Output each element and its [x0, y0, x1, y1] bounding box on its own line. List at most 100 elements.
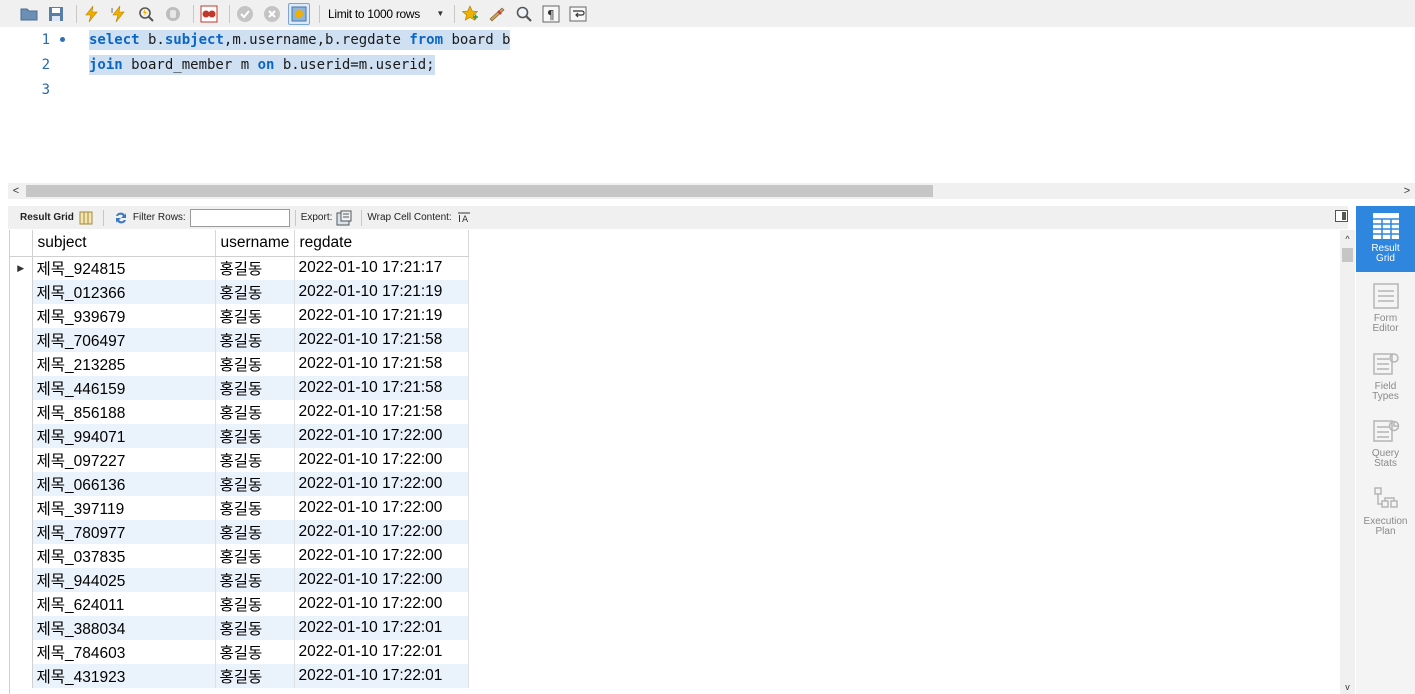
- table-row[interactable]: 제목_012366 홍길동 2022-01-10 17:21:19: [10, 280, 469, 304]
- row-marker[interactable]: [10, 544, 33, 568]
- cell-subject[interactable]: 제목_624011: [32, 592, 216, 616]
- code-line-1[interactable]: select b.subject,m.username,b.regdate fr…: [89, 29, 511, 50]
- open-folder-icon[interactable]: [18, 3, 40, 25]
- row-marker[interactable]: [10, 328, 33, 352]
- cell-regdate[interactable]: 2022-01-10 17:22:00: [294, 448, 469, 472]
- table-row[interactable]: 제목_856188 홍길동 2022-01-10 17:21:58: [10, 400, 469, 424]
- cell-username[interactable]: 홍길동: [215, 496, 295, 520]
- cell-subject[interactable]: 제목_994071: [32, 424, 216, 448]
- cell-regdate[interactable]: 2022-01-10 17:21:58: [294, 352, 469, 376]
- scrollbar-thumb[interactable]: [1342, 248, 1353, 262]
- row-marker[interactable]: [10, 664, 33, 688]
- side-execution-plan-button[interactable]: Execution Plan: [1356, 479, 1415, 545]
- table-row[interactable]: 제목_388034 홍길동 2022-01-10 17:22:01: [10, 616, 469, 640]
- limit-rows-select[interactable]: Limit to 1000 rows ▼: [324, 4, 450, 24]
- toggle-error-icon[interactable]: [198, 3, 220, 25]
- cell-subject[interactable]: 제목_780977: [32, 520, 216, 544]
- cell-subject[interactable]: 제목_446159: [32, 376, 216, 400]
- scroll-left-icon[interactable]: <: [8, 183, 24, 199]
- row-marker[interactable]: [10, 568, 33, 592]
- cell-subject[interactable]: 제목_066136: [32, 472, 216, 496]
- find-icon[interactable]: [513, 3, 535, 25]
- table-row[interactable]: 제목_446159 홍길동 2022-01-10 17:21:58: [10, 376, 469, 400]
- cell-username[interactable]: 홍길동: [215, 400, 295, 424]
- cell-regdate[interactable]: 2022-01-10 17:22:00: [294, 472, 469, 496]
- cell-regdate[interactable]: 2022-01-10 17:21:58: [294, 328, 469, 352]
- row-marker[interactable]: [10, 424, 33, 448]
- execute-icon[interactable]: [81, 3, 103, 25]
- grid-layout-icon[interactable]: [78, 210, 94, 226]
- table-row[interactable]: 제목_431923 홍길동 2022-01-10 17:22:01: [10, 664, 469, 688]
- row-marker[interactable]: [10, 376, 33, 400]
- cell-username[interactable]: 홍길동: [215, 304, 295, 328]
- cell-username[interactable]: 홍길동: [215, 256, 295, 280]
- cell-username[interactable]: 홍길동: [215, 592, 295, 616]
- cell-regdate[interactable]: 2022-01-10 17:22:01: [294, 616, 469, 640]
- table-row[interactable]: 제목_624011 홍길동 2022-01-10 17:22:00: [10, 592, 469, 616]
- cell-regdate[interactable]: 2022-01-10 17:22:01: [294, 664, 469, 688]
- save-icon[interactable]: [45, 3, 67, 25]
- table-row[interactable]: ▶ 제목_924815 홍길동 2022-01-10 17:21:17: [10, 256, 469, 280]
- cell-regdate[interactable]: 2022-01-10 17:21:19: [294, 280, 469, 304]
- explain-icon[interactable]: [135, 3, 157, 25]
- cell-username[interactable]: 홍길동: [215, 664, 295, 688]
- cell-subject[interactable]: 제목_856188: [32, 400, 216, 424]
- cell-regdate[interactable]: 2022-01-10 17:21:19: [294, 304, 469, 328]
- row-marker[interactable]: [10, 448, 33, 472]
- row-marker[interactable]: [10, 592, 33, 616]
- cell-subject[interactable]: 제목_388034: [32, 616, 216, 640]
- cell-regdate[interactable]: 2022-01-10 17:22:01: [294, 640, 469, 664]
- cell-subject[interactable]: 제목_037835: [32, 544, 216, 568]
- scrollbar-thumb[interactable]: [26, 185, 933, 197]
- cell-username[interactable]: 홍길동: [215, 424, 295, 448]
- cell-username[interactable]: 홍길동: [215, 616, 295, 640]
- rollback-icon[interactable]: [261, 3, 283, 25]
- row-marker[interactable]: [10, 640, 33, 664]
- cell-username[interactable]: 홍길동: [215, 520, 295, 544]
- cell-subject[interactable]: 제목_939679: [32, 304, 216, 328]
- cell-username[interactable]: 홍길동: [215, 352, 295, 376]
- table-row[interactable]: 제목_706497 홍길동 2022-01-10 17:21:58: [10, 328, 469, 352]
- sql-editor[interactable]: 1 select b.subject,m.username,b.regdate …: [8, 27, 1415, 183]
- grid-vertical-scrollbar[interactable]: ^ v: [1340, 230, 1355, 694]
- cell-subject[interactable]: 제목_431923: [32, 664, 216, 688]
- cell-username[interactable]: 홍길동: [215, 544, 295, 568]
- code-line-2[interactable]: join board_member m on b.userid=m.userid…: [89, 54, 435, 75]
- filter-rows-input[interactable]: [189, 208, 290, 227]
- cell-subject[interactable]: 제목_944025: [32, 568, 216, 592]
- result-grid-tab[interactable]: Result Grid: [20, 212, 74, 223]
- cell-regdate[interactable]: 2022-01-10 17:21:58: [294, 400, 469, 424]
- commit-icon[interactable]: [234, 3, 256, 25]
- cell-regdate[interactable]: 2022-01-10 17:22:00: [294, 592, 469, 616]
- row-marker[interactable]: [10, 352, 33, 376]
- cell-regdate[interactable]: 2022-01-10 17:22:00: [294, 496, 469, 520]
- cell-username[interactable]: 홍길동: [215, 280, 295, 304]
- row-marker[interactable]: [10, 400, 33, 424]
- autocommit-icon[interactable]: [288, 2, 310, 25]
- row-marker[interactable]: [10, 280, 33, 304]
- table-row[interactable]: 제목_213285 홍길동 2022-01-10 17:21:58: [10, 352, 469, 376]
- scroll-down-icon[interactable]: v: [1340, 680, 1355, 694]
- cell-regdate[interactable]: 2022-01-10 17:21:17: [294, 256, 469, 280]
- table-row[interactable]: 제목_939679 홍길동 2022-01-10 17:21:19: [10, 304, 469, 328]
- cell-subject[interactable]: 제목_924815: [32, 256, 216, 280]
- row-marker[interactable]: [10, 472, 33, 496]
- row-marker[interactable]: [10, 304, 33, 328]
- scroll-right-icon[interactable]: >: [1399, 183, 1415, 199]
- export-icon[interactable]: [336, 210, 352, 226]
- invisible-chars-icon[interactable]: ¶: [540, 3, 562, 25]
- row-marker[interactable]: [10, 520, 33, 544]
- wrap-icon[interactable]: [567, 3, 589, 25]
- table-row[interactable]: 제목_037835 홍길동 2022-01-10 17:22:00: [10, 544, 469, 568]
- cell-regdate[interactable]: 2022-01-10 17:22:00: [294, 520, 469, 544]
- table-row[interactable]: 제목_066136 홍길동 2022-01-10 17:22:00: [10, 472, 469, 496]
- cell-regdate[interactable]: 2022-01-10 17:21:58: [294, 376, 469, 400]
- side-field-types-button[interactable]: Field Types: [1356, 344, 1415, 410]
- cell-username[interactable]: 홍길동: [215, 376, 295, 400]
- cell-username[interactable]: 홍길동: [215, 472, 295, 496]
- side-result-grid-button[interactable]: Result Grid: [1356, 206, 1415, 272]
- scroll-up-icon[interactable]: ^: [1340, 232, 1355, 246]
- table-row[interactable]: 제목_944025 홍길동 2022-01-10 17:22:00: [10, 568, 469, 592]
- table-row[interactable]: 제목_784603 홍길동 2022-01-10 17:22:01: [10, 640, 469, 664]
- current-row-arrow-icon[interactable]: ▶: [10, 256, 33, 280]
